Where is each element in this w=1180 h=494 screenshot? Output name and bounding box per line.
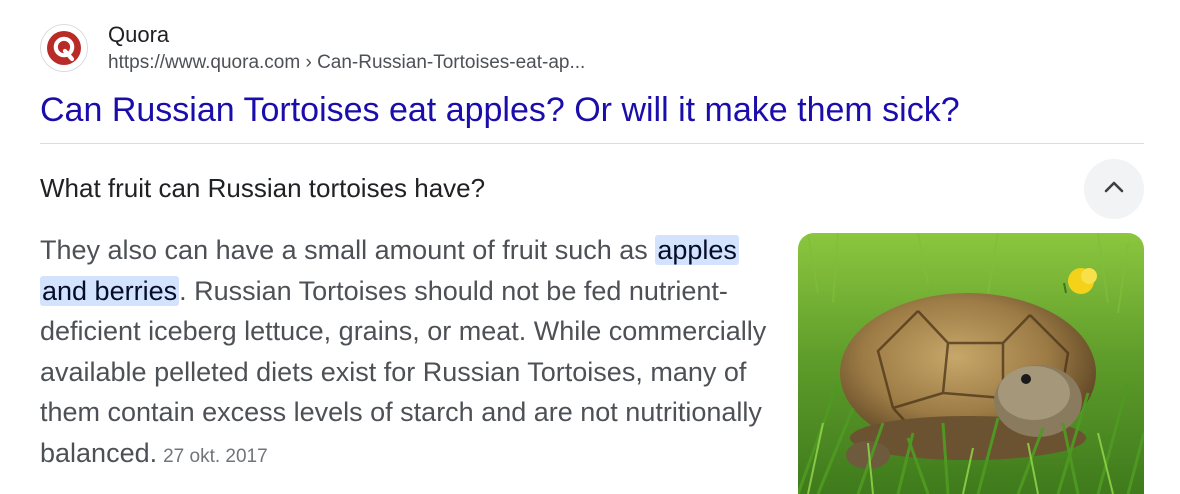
question-heading: What fruit can Russian tortoises have?: [40, 173, 486, 203]
divider: [40, 143, 1144, 144]
site-name: Quora: [108, 22, 170, 47]
answer-text: They also can have a small amount of fru…: [40, 230, 770, 478]
answer-date: 27 okt. 2017: [163, 445, 268, 467]
answer-prefix: They also can have a small amount of fru…: [40, 235, 656, 265]
answer-highlight-apples: apples: [655, 235, 739, 265]
site-url-breadcrumb: https://www.quora.com › Can-Russian-Tort…: [108, 52, 586, 73]
result-source[interactable]: Quora https://www.quora.com › Can-Russia…: [40, 20, 585, 76]
collapse-button[interactable]: [1084, 159, 1144, 219]
chevron-up-icon: [1103, 180, 1125, 199]
result-title-link[interactable]: Can Russian Tortoises eat apples? Or wil…: [40, 88, 960, 132]
answer-highlight-berries: and berries: [40, 275, 180, 306]
tortoise-thumbnail-image[interactable]: [798, 233, 1144, 494]
quora-logo-icon: [40, 24, 88, 72]
